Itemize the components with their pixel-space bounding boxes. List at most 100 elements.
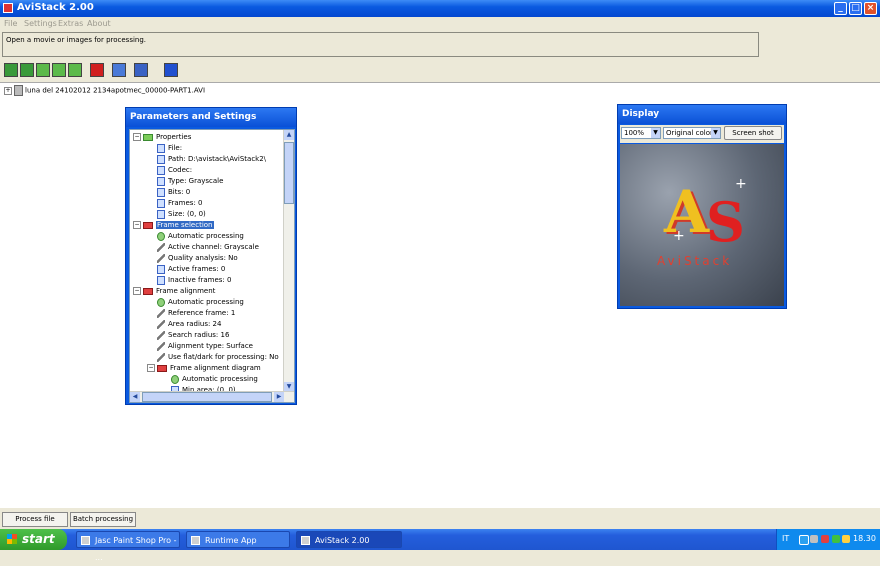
open-folder-icon[interactable] [36,63,50,77]
tree-item[interactable]: Path: D:\avistack\AviStack2\ [147,154,266,165]
tree-item-label: Path: D:\avistack\AviStack2\ [168,155,267,163]
tree-item[interactable]: Size: (0, 0) [147,209,206,220]
scroll-right-icon[interactable]: ▶ [274,392,284,402]
document-icon [157,154,165,164]
tree-item[interactable]: Codec: [147,165,192,176]
menu-bar: File Settings Extras About [0,17,880,30]
vertical-scrollbar[interactable]: ▲ ▼ [283,130,294,392]
new-document-icon[interactable] [112,63,126,77]
tray-icon[interactable] [821,535,829,543]
display-panel-header[interactable]: Display [618,105,786,124]
chevron-down-icon[interactable]: ▼ [711,128,720,138]
gear-icon [157,297,165,307]
collapse-icon[interactable]: − [133,133,141,141]
display-panel-title: Display [622,109,660,119]
delete-icon[interactable] [90,63,104,77]
horizontal-scrollbar[interactable]: ◀ ▶ [130,391,294,402]
document-icon [157,275,165,285]
tree-item[interactable]: Frames: 0 [147,198,203,209]
tree-item-label: Reference frame: 1 [168,309,236,317]
open-movie-icon[interactable] [4,63,18,77]
tree-item[interactable]: Reference frame: 1 [147,308,235,319]
tree-item[interactable]: Area radius: 24 [147,319,221,330]
tree-item[interactable]: Automatic processing [147,297,244,308]
tree-item[interactable]: File: [147,143,182,154]
tree-item[interactable]: − Frame alignment [133,286,215,297]
tree-item-label: Size: (0, 0) [168,210,206,218]
menu-file[interactable]: File [4,19,17,28]
parameters-panel-header[interactable]: Parameters and Settings [126,108,296,127]
tree-item[interactable]: Quality analysis: No [147,253,238,264]
tree-item-label: Alignment type: Surface [168,342,253,350]
collapse-icon[interactable]: − [133,221,141,229]
status-message: Open a movie or images for processing. [6,36,147,44]
parameters-panel-title: Parameters and Settings [130,112,257,122]
h-scroll-thumb[interactable] [142,392,272,402]
maximize-button[interactable]: □ [849,2,862,15]
tree-item-label: Search radius: 16 [168,331,230,339]
document-icon [157,198,165,208]
wrench-icon [157,253,165,263]
task-label: Jasc Paint Shop Pro - ... [95,536,177,562]
batch-processing-button[interactable]: Batch processing [70,512,136,527]
tree-item-label: Active channel: Grayscale [168,243,259,251]
tree-item[interactable]: Bits: 0 [147,187,190,198]
window-title: AviStack 2.00 [17,2,94,13]
zoom-select[interactable]: 100% ▼ [621,127,661,139]
tray-icon[interactable] [810,535,818,543]
tree-item[interactable]: Active channel: Grayscale [147,242,259,253]
tree-item[interactable]: Automatic processing [147,231,244,242]
minimize-button[interactable]: _ [834,2,847,15]
windows-logo-icon [7,534,17,544]
start-button[interactable]: start [0,529,67,550]
screenshot-button[interactable]: Screen shot [724,126,782,140]
process-file-button[interactable]: Process file [2,512,68,527]
tree-item[interactable]: Inactive frames: 0 [147,275,231,286]
open-images-icon[interactable] [20,63,34,77]
tree-item-label: Frames: 0 [168,199,203,207]
logo-text: AviStack [657,254,733,268]
save-icon[interactable] [134,63,148,77]
tree-item[interactable]: Use flat/dark for processing: No [147,352,279,363]
menu-about[interactable]: About [87,19,111,28]
tray-icon[interactable] [842,535,850,543]
tree-item[interactable]: Alignment type: Surface [147,341,253,352]
scroll-thumb[interactable] [284,142,294,204]
collapse-icon[interactable]: − [133,287,141,295]
tree-item[interactable]: − Frame alignment diagram [147,363,261,374]
scroll-left-icon[interactable]: ◀ [130,392,140,402]
wrench-icon [157,330,165,340]
help-icon[interactable] [164,63,178,77]
document-icon [157,143,165,153]
task-paintshop[interactable]: Jasc Paint Shop Pro - ... [76,531,180,562]
tree-item-label: Codec: [168,166,193,174]
task-avistack[interactable]: AviStack 2.00 [296,531,402,548]
language-indicator[interactable]: IT [782,534,789,543]
display-panel: Display 100% ▼ Original color ▼ Screen sho… [617,104,787,309]
task-runtime-app[interactable]: Runtime App [186,531,290,548]
tree-item-label: Properties [156,133,192,141]
tree-item-label: Automatic processing [182,375,258,383]
tree-item[interactable]: Automatic processing [161,374,258,385]
chevron-down-icon[interactable]: ▼ [651,128,660,138]
tray-icon[interactable] [832,535,840,543]
add-file-icon[interactable] [52,63,66,77]
menu-extras[interactable]: Extras [58,19,83,28]
bottom-bar: Process file Batch processing [0,508,880,529]
menu-settings[interactable]: Settings [24,19,57,28]
tree-item-label: File: [168,144,183,152]
collapse-icon[interactable]: − [147,364,155,372]
scroll-up-icon[interactable]: ▲ [284,130,294,140]
tray-icon[interactable] [799,535,809,545]
color-mode-select[interactable]: Original color ▼ [663,127,721,139]
file-tree-root[interactable]: + luna del 24102012 2134apotmec_00000-PAR… [4,85,205,96]
tree-item[interactable]: Type: Grayscale [147,176,223,187]
title-bar: AviStack 2.00 _ □ × [0,0,880,17]
expand-icon[interactable]: + [4,86,12,95]
tree-item[interactable]: Search radius: 16 [147,330,229,341]
tree-item[interactable]: − Frame selection [133,220,214,231]
close-button[interactable]: × [864,2,877,15]
tree-item[interactable]: Active frames: 0 [147,264,225,275]
tree-item[interactable]: − Properties [133,132,191,143]
save-file-icon[interactable] [68,63,82,77]
